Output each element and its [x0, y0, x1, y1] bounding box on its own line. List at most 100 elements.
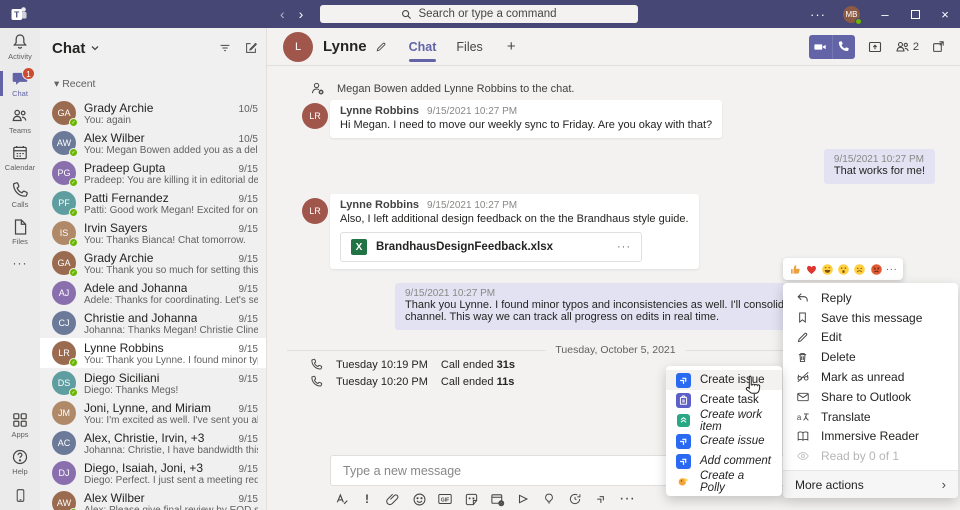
rail-item-calendar[interactable]: Calendar: [0, 139, 40, 176]
minimize-button[interactable]: –: [870, 0, 900, 28]
rail-item-help[interactable]: Help: [0, 443, 40, 480]
emoji-icon[interactable]: [411, 491, 427, 507]
filter-icon[interactable]: [218, 41, 232, 55]
list-item[interactable]: JM Joni, Lynne, and Miriam9/15You: I'm e…: [40, 398, 266, 428]
call-log-entry[interactable]: Tuesday 10:19 PM Call ended 31s: [310, 358, 515, 371]
list-item[interactable]: AW✓ Alex Wilber10/5You: Megan Bowen adde…: [40, 128, 266, 158]
maximize-button[interactable]: [900, 0, 930, 28]
list-item[interactable]: GA✓ Grady Archie10/5You: again: [40, 98, 266, 128]
like-reaction-icon[interactable]: [789, 263, 802, 276]
new-chat-icon[interactable]: [244, 41, 258, 55]
list-item[interactable]: GA✓ Grady Archie9/15You: Thank you so mu…: [40, 248, 266, 278]
list-item[interactable]: PG✓ Pradeep Gupta9/15Pradeep: You are ki…: [40, 158, 266, 188]
pop-out-icon[interactable]: [931, 39, 946, 54]
schedule-meeting-icon[interactable]: [489, 491, 505, 507]
menu-item-immersive-reader[interactable]: Immersive Reader: [783, 427, 958, 447]
menu-item-share-outlook[interactable]: Share to Outlook: [783, 387, 958, 407]
list-item[interactable]: DJ Diego, Isaiah, Joni, +39/15Diego: Per…: [40, 458, 266, 488]
menu-item-save-message[interactable]: Save this message: [783, 308, 958, 328]
rail-item-activity[interactable]: Activity: [0, 28, 40, 65]
message-bubble[interactable]: Lynne Robbins 9/15/2021 10:27 PM Hi Mega…: [330, 100, 722, 138]
angry-reaction-icon[interactable]: [870, 263, 883, 276]
laugh-reaction-icon[interactable]: [821, 263, 834, 276]
sad-reaction-icon[interactable]: [853, 263, 866, 276]
chevron-down-icon[interactable]: [90, 43, 100, 53]
more-apps-icon[interactable]: ···: [619, 491, 635, 507]
menu-item-translate[interactable]: a Translate: [783, 407, 958, 427]
menu-item-more-actions[interactable]: More actions ›: [783, 470, 958, 498]
rail-item-calls[interactable]: Calls: [0, 176, 40, 213]
list-item[interactable]: DS✓ Diego Siciliani9/15Diego: Thanks Meg…: [40, 368, 266, 398]
user-avatar[interactable]: MB: [843, 6, 860, 23]
file-attachment-card[interactable]: X BrandhausDesignFeedback.xlsx ···: [340, 232, 642, 262]
message-author: Lynne Robbins: [340, 105, 419, 117]
approvals-icon[interactable]: [567, 491, 583, 507]
message-bubble[interactable]: Lynne Robbins 9/15/2021 10:27 PM Also, I…: [330, 194, 699, 269]
audio-call-button[interactable]: [832, 35, 855, 59]
avatar: AW✓: [52, 491, 76, 510]
menu-item-delete[interactable]: Delete: [783, 347, 958, 367]
rail-item-apps[interactable]: Apps: [0, 406, 40, 443]
chat-avatar[interactable]: L: [283, 32, 313, 62]
calendar-icon: [11, 144, 29, 162]
format-icon[interactable]: [333, 491, 349, 507]
message-text: That works for me!: [834, 165, 925, 177]
call-log-entry[interactable]: Tuesday 10:20 PM Call ended 11s: [310, 375, 514, 388]
search-bar[interactable]: Search or type a command: [320, 5, 638, 23]
priority-icon[interactable]: !: [359, 491, 375, 507]
menu-item-edit[interactable]: Edit: [783, 328, 958, 348]
rail-item-files[interactable]: Files: [0, 213, 40, 250]
add-tab-button[interactable]: +: [507, 38, 516, 55]
attach-icon[interactable]: [385, 491, 401, 507]
avatar: PF✓: [52, 191, 76, 215]
list-item[interactable]: AW✓ Alex Wilber9/15Alex: Please give fin…: [40, 488, 266, 510]
menu-item-reply[interactable]: Reply: [783, 288, 958, 308]
submenu-item-create-issue[interactable]: Create issue: [666, 370, 782, 390]
list-item-selected[interactable]: LR✓ Lynne Robbins9/15You: Thank you Lynn…: [40, 338, 266, 368]
list-item[interactable]: CJ Christie and Johanna9/15Johanna: Than…: [40, 308, 266, 338]
tab-chat[interactable]: Chat: [409, 28, 437, 66]
heart-reaction-icon[interactable]: [805, 263, 818, 276]
jira-app-icon: [676, 373, 691, 388]
menu-item-mark-unread[interactable]: Mark as unread: [783, 367, 958, 387]
sticker-icon[interactable]: [463, 491, 479, 507]
edit-name-icon[interactable]: [375, 41, 387, 53]
svg-text:T: T: [14, 9, 20, 19]
settings-more-icon[interactable]: ···: [803, 7, 833, 22]
forward-arrow-icon[interactable]: ›: [299, 6, 304, 22]
teams-app-window: T ‹ › Search or type a command ··· MB – …: [0, 0, 960, 510]
submenu-item-create-work-item[interactable]: Create work item: [666, 411, 782, 431]
surprised-reaction-icon[interactable]: [837, 263, 850, 276]
stream-icon[interactable]: [515, 491, 531, 507]
list-item[interactable]: IS✓ Irvin Sayers9/15You: Thanks Bianca! …: [40, 218, 266, 248]
back-arrow-icon[interactable]: ‹: [280, 6, 285, 22]
video-call-button[interactable]: [809, 35, 832, 59]
lightbulb-icon[interactable]: [541, 491, 557, 507]
avatar: JM: [52, 401, 76, 425]
tab-files[interactable]: Files: [456, 28, 482, 66]
search-icon: [401, 9, 412, 20]
jira-app-icon[interactable]: [593, 491, 609, 507]
rail-more-icon[interactable]: ···: [0, 250, 40, 276]
submenu-item-add-comment[interactable]: Add comment: [666, 451, 782, 471]
attachment-more-icon[interactable]: ···: [617, 241, 631, 253]
own-message-bubble[interactable]: 9/15/2021 10:27 PM That works for me!: [824, 149, 935, 184]
submenu-item-create-task[interactable]: Create task: [666, 390, 782, 410]
svg-text:GIF: GIF: [441, 497, 449, 503]
rail-item-teams[interactable]: Teams: [0, 102, 40, 139]
rail-item-chat[interactable]: Chat 1: [0, 65, 40, 102]
recent-section-header[interactable]: ▾ Recent: [54, 78, 95, 90]
message-author: Lynne Robbins: [340, 199, 419, 211]
list-item[interactable]: AJ Adele and Johanna9/15Adele: Thanks fo…: [40, 278, 266, 308]
chat-header: L Lynne Chat Files + 2: [267, 28, 960, 66]
submenu-item-create-polly[interactable]: Create a Polly: [666, 471, 782, 491]
list-item[interactable]: AC Alex, Christie, Irvin, +39/15Johanna:…: [40, 428, 266, 458]
close-button[interactable]: ×: [930, 0, 960, 28]
list-item[interactable]: PF✓ Patti Fernandez9/15Patti: Good work …: [40, 188, 266, 218]
submenu-item-create-issue-2[interactable]: Create issue: [666, 431, 782, 451]
gif-icon[interactable]: GIF: [437, 491, 453, 507]
share-screen-icon[interactable]: [867, 39, 883, 55]
mobile-app-icon[interactable]: [0, 480, 40, 510]
participants-icon[interactable]: 2: [895, 39, 919, 55]
more-reactions-icon[interactable]: ···: [886, 264, 898, 275]
